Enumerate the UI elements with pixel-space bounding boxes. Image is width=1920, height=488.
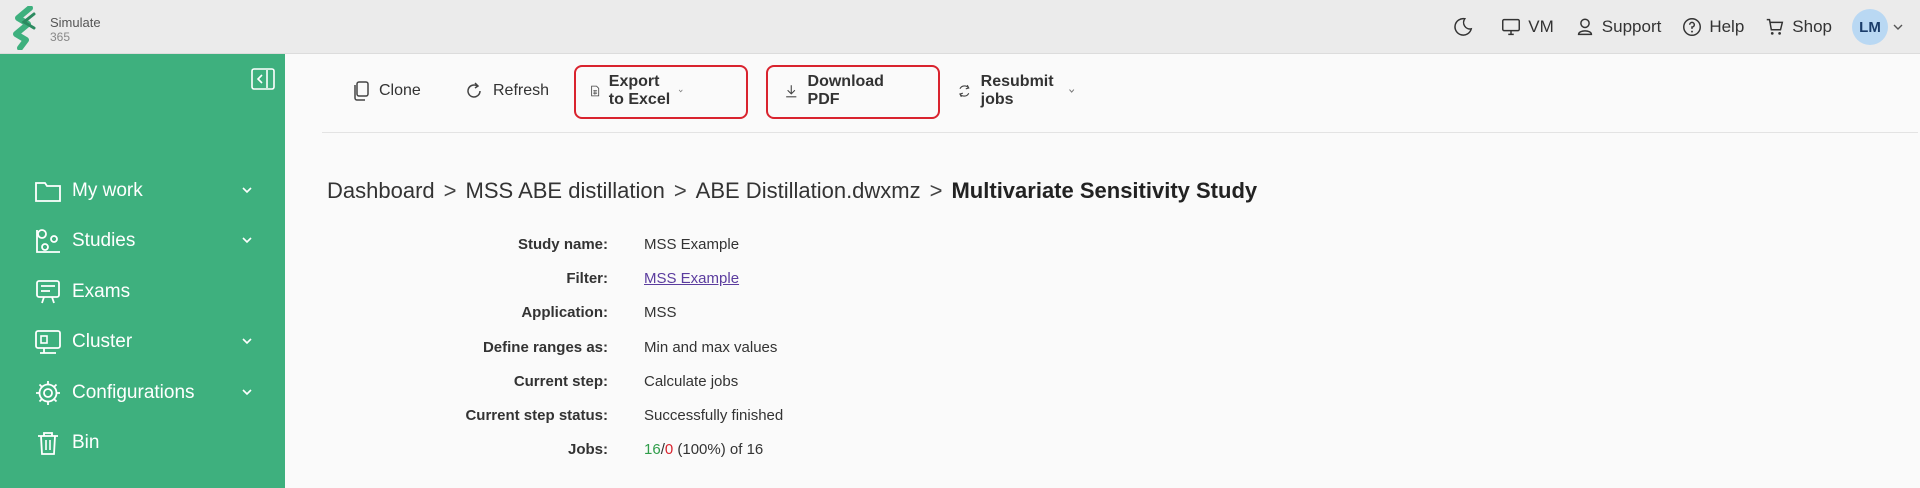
study-name-label: Study name: — [517, 236, 608, 253]
application-label: Application: — [521, 304, 608, 321]
jobs-total: (100%) of 16 — [673, 441, 764, 458]
detail-row-application: Application: MSS — [0, 304, 900, 324]
download-pdf-button[interactable]: Download PDF — [784, 64, 889, 118]
top-menu: VM Support Help Shop LM — [1432, 0, 1904, 54]
help-icon — [1683, 18, 1702, 36]
page-title: Multivariate Sensitivity Study — [951, 178, 1258, 203]
chevron-down-icon — [679, 89, 683, 93]
sidebar-item-my-work[interactable]: My work — [34, 174, 254, 208]
application-value: MSS — [644, 304, 677, 321]
toolbar-divider — [322, 132, 1918, 133]
filter-link[interactable]: MSS Example — [644, 270, 739, 287]
study-name-value: MSS Example — [644, 236, 740, 253]
detail-row-current-step: Current step: Calculate jobs — [0, 373, 900, 393]
clone-icon — [354, 81, 369, 101]
jobs-done: 16 — [644, 441, 661, 458]
breadcrumb-project[interactable]: MSS ABE distillation — [466, 178, 665, 204]
refresh-button[interactable]: Refresh — [464, 64, 549, 118]
breadcrumb-dashboard[interactable]: Dashboard — [327, 178, 435, 204]
ranges-label: Define ranges as: — [482, 339, 608, 356]
shop-link[interactable]: Shop — [1764, 16, 1832, 38]
detail-row-jobs: Jobs: 16/0 (100%) of 16 — [0, 441, 900, 461]
excel-icon — [591, 85, 600, 97]
refresh-label: Refresh — [493, 82, 550, 99]
current-step-value: Calculate jobs — [644, 373, 739, 390]
clone-button[interactable]: Clone — [352, 64, 421, 118]
folder-icon — [35, 182, 61, 202]
detail-row-study-name: Study name: MSS Example — [0, 236, 900, 256]
clone-label: Clone — [379, 82, 421, 99]
resubmit-jobs-button[interactable]: Resubmit jobs — [957, 64, 1075, 118]
logo-icon — [13, 6, 36, 50]
step-status-label: Current step status: — [465, 407, 608, 424]
detail-row-ranges: Define ranges as: Min and max values — [0, 339, 900, 359]
theme-toggle[interactable] — [1452, 16, 1480, 38]
sidebar-item-label: My work — [72, 180, 143, 201]
vm-label: VM — [1528, 17, 1554, 36]
jobs-value: 16/0 (100%) of 16 — [644, 441, 763, 458]
breadcrumb-separator: > — [673, 178, 687, 203]
breadcrumb: Dashboard > MSS ABE distillation > ABE D… — [327, 178, 1257, 204]
detail-row-step-status: Current step status: Successfully finish… — [0, 407, 900, 427]
refresh-icon — [467, 82, 481, 98]
support-link[interactable]: Support — [1574, 16, 1662, 38]
top-bar: Simulate 365 VM Support Help Shop LM — [0, 0, 1920, 54]
monitor-icon — [1502, 18, 1521, 36]
jobs-label: Jobs: — [567, 441, 608, 458]
app-logo[interactable]: Simulate 365 — [10, 6, 110, 50]
jobs-failed: 0 — [664, 441, 674, 458]
support-label: Support — [1601, 17, 1662, 36]
vm-link[interactable]: VM — [1500, 16, 1554, 38]
download-icon — [786, 85, 797, 98]
resubmit-label: Resubmit jobs — [980, 73, 1054, 108]
resubmit-icon — [959, 84, 970, 98]
export-excel-button[interactable]: Export to Excel — [590, 64, 684, 118]
support-icon — [1577, 18, 1592, 36]
breadcrumb-separator: > — [443, 178, 457, 203]
logo-name: Simulate — [50, 15, 101, 30]
current-step-label: Current step: — [513, 373, 608, 390]
chevron-down-icon — [1068, 89, 1074, 93]
ranges-value: Min and max values — [644, 339, 778, 356]
shop-label: Shop — [1792, 17, 1832, 36]
download-pdf-label: Download PDF — [807, 73, 884, 108]
help-link[interactable]: Help — [1681, 16, 1744, 38]
step-status-value: Successfully finished — [644, 407, 784, 424]
collapse-icon — [251, 68, 275, 90]
moon-icon — [1454, 17, 1473, 36]
collapse-sidebar-button[interactable] — [251, 68, 275, 95]
filter-label: Filter: — [566, 270, 608, 287]
breadcrumb-file[interactable]: ABE Distillation.dwxmz — [696, 178, 921, 204]
export-excel-label: Export to Excel — [608, 73, 671, 108]
chevron-down-icon[interactable] — [1892, 21, 1904, 33]
breadcrumb-separator: > — [929, 178, 943, 203]
detail-row-filter: Filter: MSS Example — [0, 270, 900, 290]
cart-icon — [1767, 18, 1784, 35]
avatar[interactable]: LM — [1852, 9, 1888, 45]
chevron-down-icon — [242, 187, 252, 194]
logo-sub: 365 — [50, 30, 71, 44]
help-label: Help — [1709, 17, 1745, 36]
